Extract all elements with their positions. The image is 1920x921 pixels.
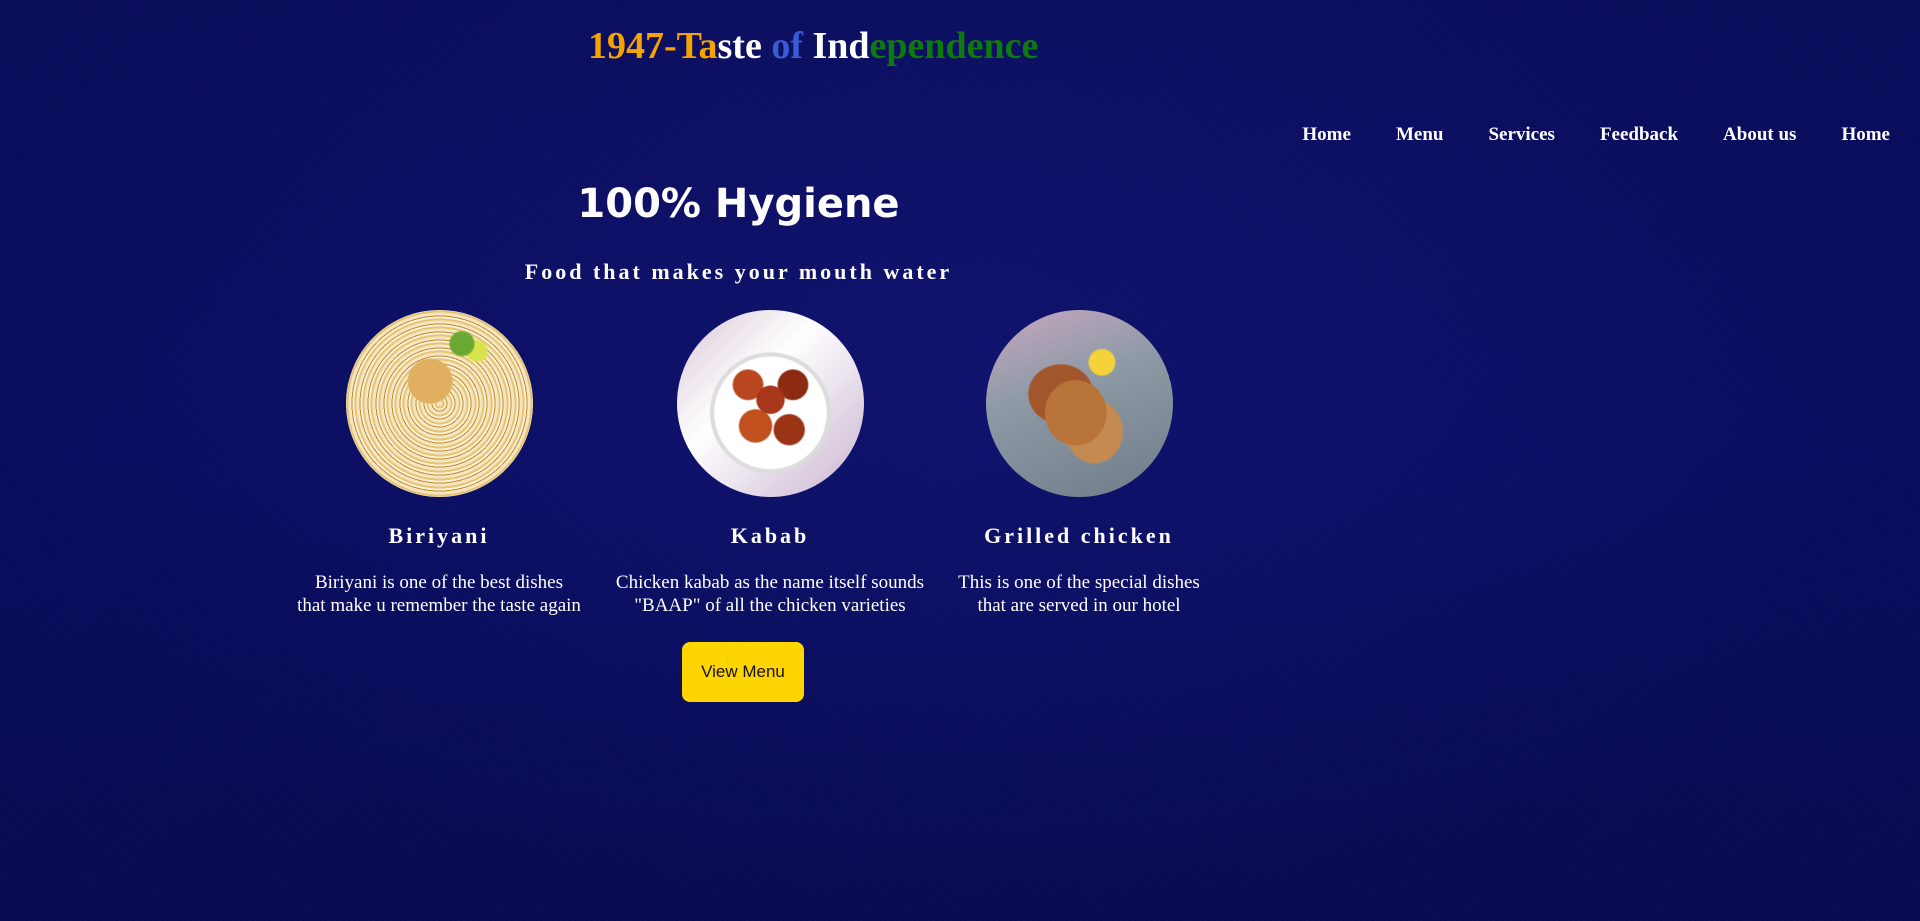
title-part-of: of	[771, 25, 813, 67]
grilled-chicken-image	[985, 310, 1173, 497]
dish-name: Grilled chicken	[984, 523, 1174, 548]
dish-name: Biriyani	[388, 523, 490, 548]
title-part-ta: Ta	[676, 25, 718, 67]
hygiene-heading: 100% Hygiene	[577, 181, 900, 227]
title-part-1947: 1947-	[588, 25, 677, 67]
site-title: 1947-Taste of Independence	[588, 24, 1038, 68]
tagline: Food that makes your mouth water	[524, 259, 953, 284]
main-nav: Home Menu Services Feedback About us Hom…	[1257, 124, 1890, 146]
title-part-ependence: ependence	[869, 25, 1039, 67]
dish-card-biriyani: Biriyani Biriyani is one of the best dis…	[279, 310, 599, 617]
dish-description: This is one of the special dishes that a…	[958, 572, 1200, 616]
dish-card-kabab: Kabab Chicken kabab as the name itself s…	[610, 310, 930, 617]
title-part-ste: ste	[717, 25, 772, 67]
dish-description: Biriyani is one of the best dishes that …	[297, 572, 581, 616]
nav-link-home-2[interactable]: Home	[1841, 124, 1890, 146]
nav-link-feedback[interactable]: Feedback	[1600, 124, 1678, 146]
kabab-image	[676, 310, 864, 497]
nav-link-home[interactable]: Home	[1302, 124, 1351, 146]
view-menu-button[interactable]: View Menu	[682, 642, 804, 702]
nav-link-menu[interactable]: Menu	[1396, 124, 1444, 146]
nav-link-services[interactable]: Services	[1488, 124, 1554, 146]
nav-link-about-us[interactable]: About us	[1723, 124, 1796, 146]
dish-description: Chicken kabab as the name itself sounds …	[615, 572, 925, 616]
dish-card-grilled-chicken: Grilled chicken This is one of the speci…	[919, 310, 1239, 617]
title-part-ind: Ind	[812, 25, 870, 67]
dish-name: Kabab	[730, 523, 810, 548]
biriyani-image	[345, 310, 533, 497]
